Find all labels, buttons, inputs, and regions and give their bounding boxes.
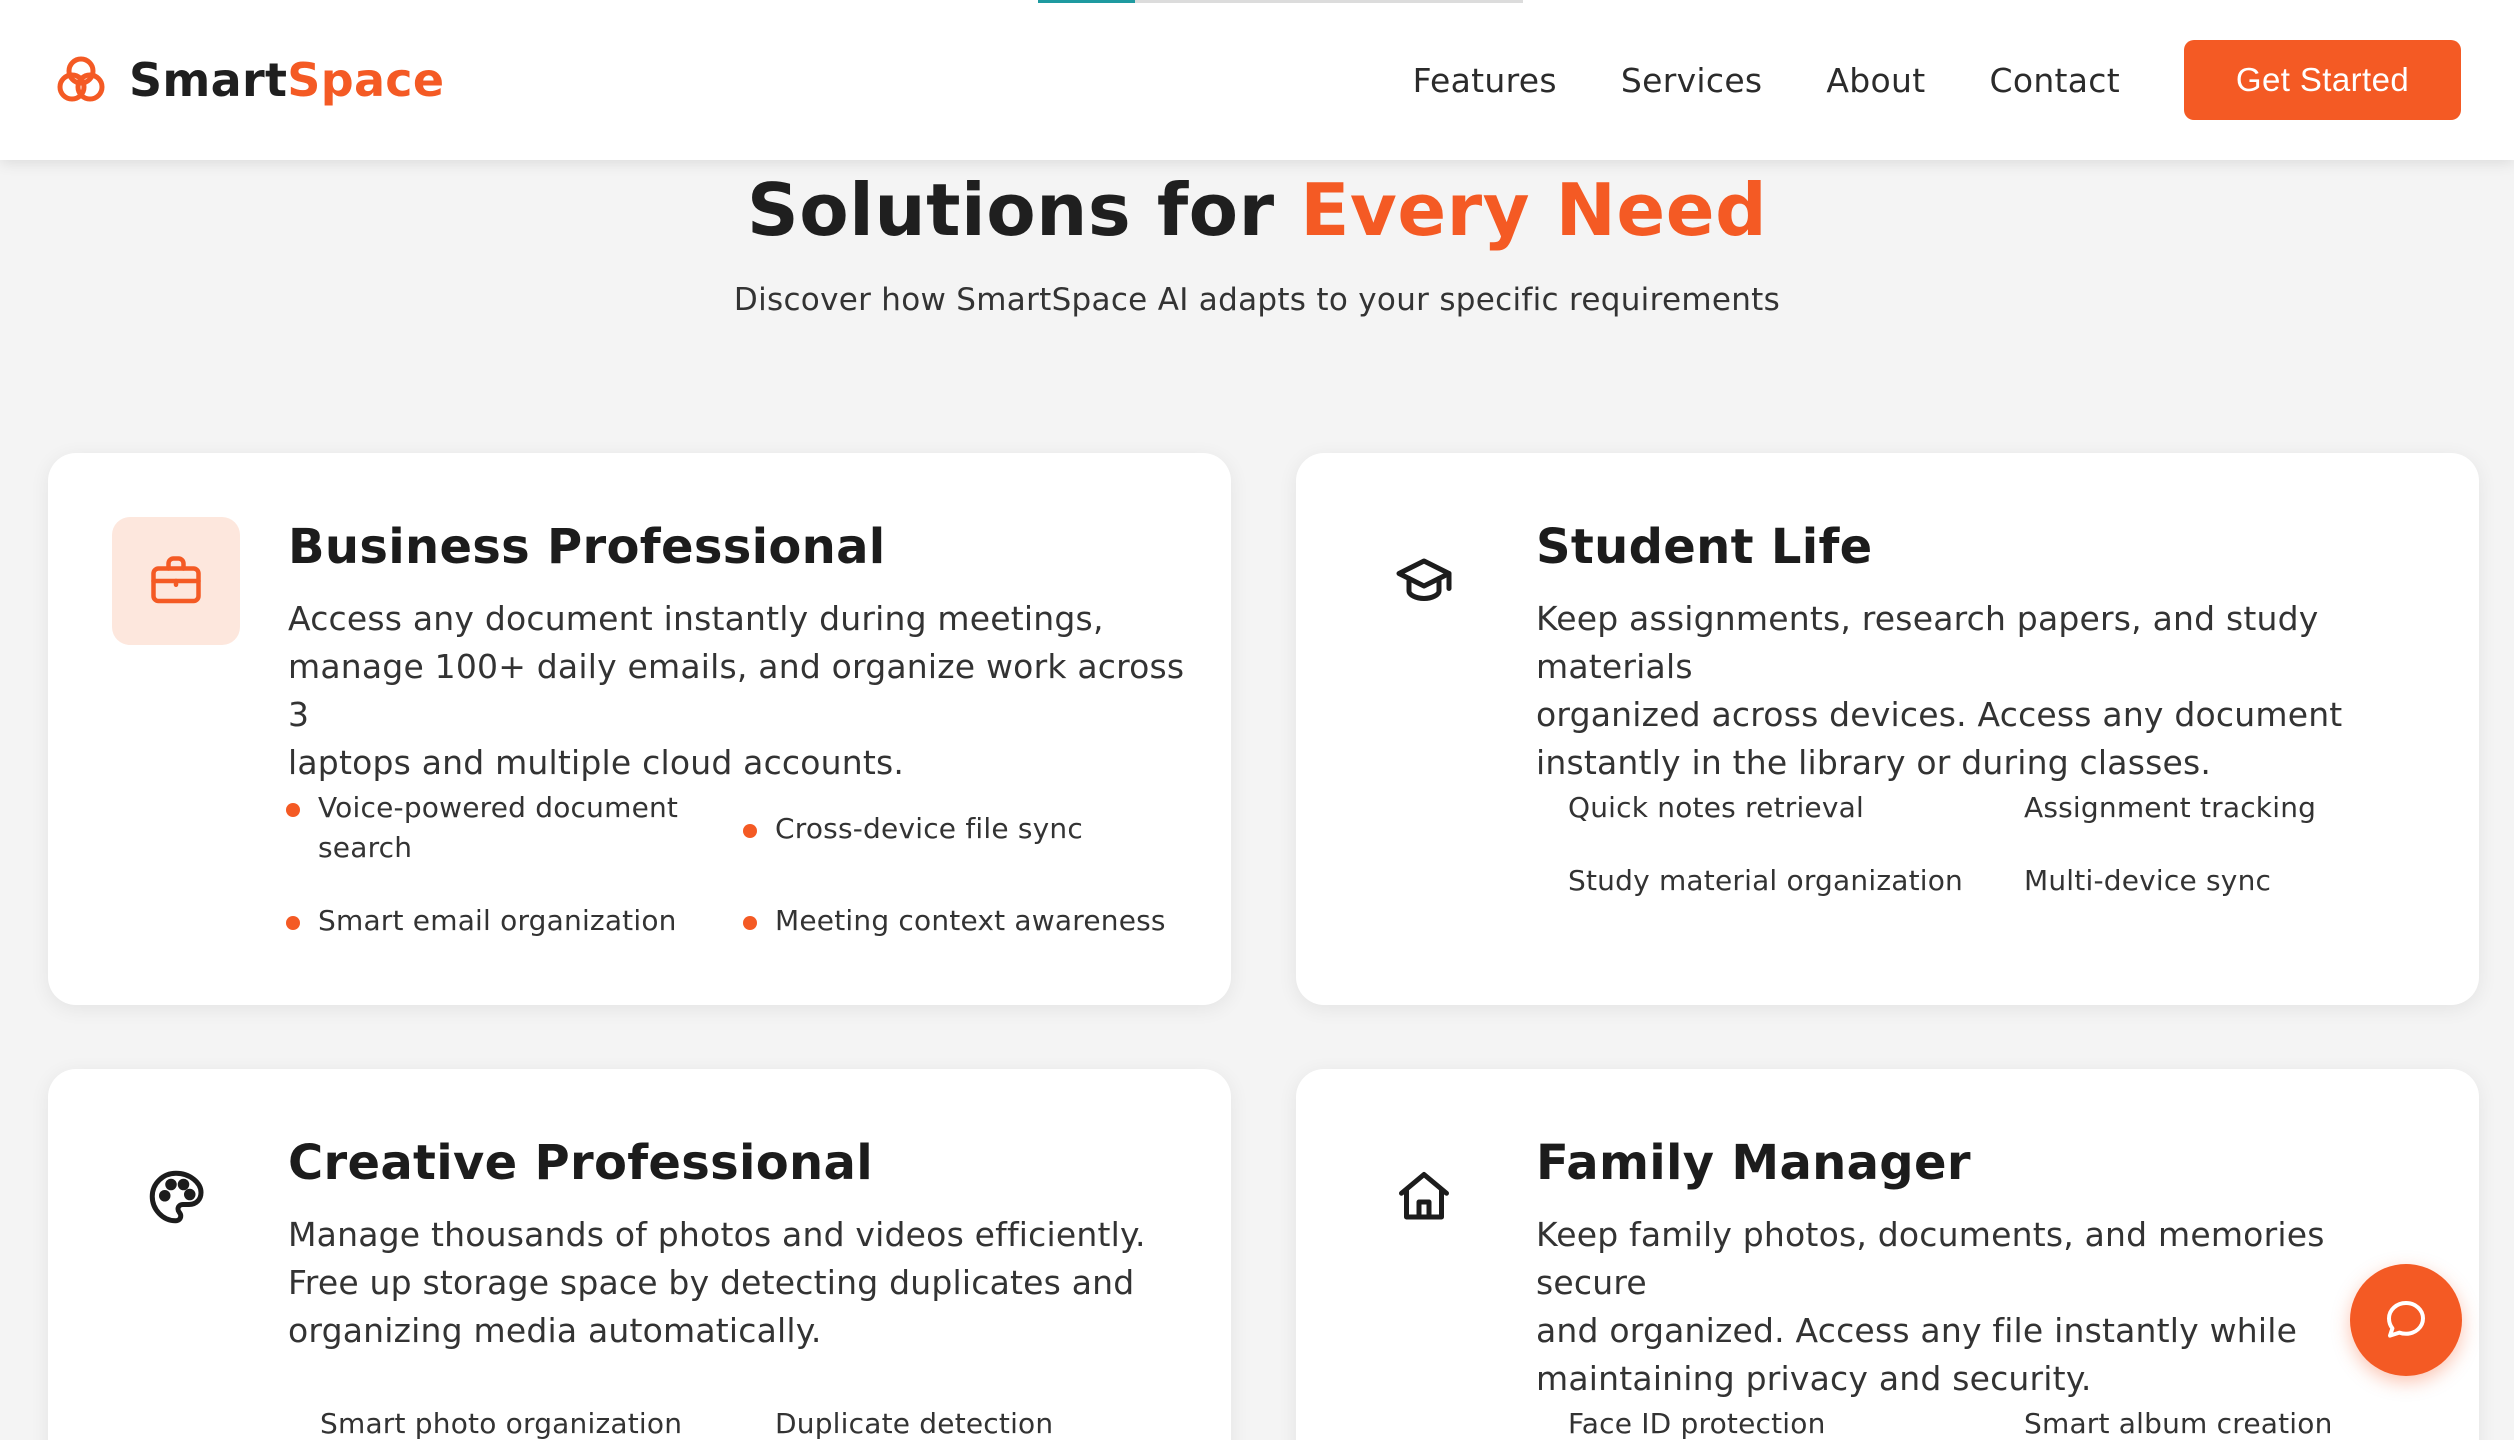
- feature-item: Smart email organization: [286, 901, 677, 941]
- get-started-button[interactable]: Get Started: [2184, 40, 2461, 120]
- feature-item: Quick notes retrieval: [1568, 791, 1864, 824]
- brand-name: SmartSpace: [129, 53, 444, 107]
- graduation-cap-icon: [1396, 558, 1452, 601]
- page-subtitle: Discover how SmartSpace AI adapts to you…: [733, 282, 1781, 318]
- card-description: Access any document instantly during mee…: [288, 595, 1188, 787]
- card-description-line: Free up storage space by detecting dupli…: [288, 1263, 1135, 1302]
- briefcase-icon: [151, 556, 201, 604]
- feature-item: Duplicate detection: [775, 1407, 1054, 1440]
- feature-item: Cross-device file sync: [743, 809, 1083, 849]
- page-title-part1: Solutions for: [746, 168, 1301, 252]
- nav-link-contact[interactable]: Contact: [1990, 61, 2121, 100]
- card-icon-box: [112, 517, 240, 645]
- card-description-line: Access any document instantly during mee…: [288, 599, 1104, 638]
- card-icon-box: [112, 1133, 240, 1261]
- page-title: Solutions for Every Need: [0, 168, 2514, 252]
- feature-item: Voice-powered document search: [286, 788, 718, 868]
- nav-link-features[interactable]: Features: [1413, 61, 1557, 100]
- card-description-line: laptops and multiple cloud accounts.: [288, 743, 905, 782]
- card-description-line: organizing media automatically.: [288, 1311, 822, 1350]
- card-title: Family Manager: [1536, 1135, 1971, 1191]
- card-description-line: Keep assignments, research papers, and s…: [1536, 599, 2319, 686]
- scroll-progress-track: [1038, 0, 1523, 3]
- feature-item: Smart photo organization: [320, 1407, 683, 1440]
- feature-item: Multi-device sync: [2024, 864, 2272, 897]
- card-creative-professional[interactable]: Creative Professional Manage thousands o…: [48, 1069, 1231, 1440]
- card-description-line: organized across devices. Access any doc…: [1536, 695, 2343, 734]
- feature-item-line: Voice-powered document: [318, 791, 679, 824]
- main-nav: Features Services About Contact Get Star…: [1413, 40, 2461, 120]
- chat-bubble-icon: [2387, 1301, 2425, 1338]
- card-description-line: Keep family photos, documents, and memor…: [1536, 1215, 2325, 1302]
- card-title: Creative Professional: [288, 1135, 873, 1191]
- card-description-line: instantly in the library or during class…: [1536, 743, 2212, 782]
- card-description: Keep family photos, documents, and memor…: [1536, 1211, 2436, 1403]
- nav-link-services[interactable]: Services: [1621, 61, 1763, 100]
- card-title: Student Life: [1536, 519, 1873, 575]
- card-icon-box: [1360, 517, 1488, 645]
- card-family-manager[interactable]: Family Manager Keep family photos, docum…: [1296, 1069, 2479, 1440]
- brand-logo[interactable]: SmartSpace: [53, 52, 444, 108]
- card-title: Business Professional: [288, 519, 886, 575]
- home-icon: [1399, 1172, 1449, 1220]
- feature-item: Meeting context awareness: [743, 901, 1166, 941]
- nav-link-about[interactable]: About: [1826, 61, 1925, 100]
- feature-item: Assignment tracking: [2024, 791, 2317, 824]
- chat-launcher-button[interactable]: [2350, 1264, 2462, 1376]
- card-description: Keep assignments, research papers, and s…: [1536, 595, 2436, 787]
- card-student-life[interactable]: Student Life Keep assignments, research …: [1296, 453, 2479, 1005]
- card-icon-box: [1360, 1133, 1488, 1261]
- interlocking-rings-logo-icon: [57, 56, 105, 102]
- page-title-accent: Every Need: [1300, 168, 1768, 252]
- card-description-line: maintaining privacy and security.: [1536, 1359, 2092, 1398]
- palette-icon: [149, 1170, 204, 1224]
- card-description-line: Manage thousands of photos and videos ef…: [288, 1215, 1146, 1254]
- scroll-progress-fill: [1038, 0, 1135, 3]
- card-description-line: and organized. Access any file instantly…: [1536, 1311, 2298, 1350]
- brand-name-part1: Smart: [129, 53, 288, 107]
- feature-item-line: search: [318, 831, 413, 864]
- feature-item: Smart album creation: [2024, 1407, 2333, 1440]
- card-description-line: manage 100+ daily emails, and organize w…: [288, 647, 1185, 734]
- hero-section: Solutions for Every Need Discover how Sm…: [0, 160, 2514, 318]
- card-business-professional[interactable]: Business Professional Access any documen…: [48, 453, 1231, 1005]
- feature-item: Face ID protection: [1568, 1407, 1826, 1440]
- card-description: Manage thousands of photos and videos ef…: [288, 1211, 1188, 1355]
- site-header: SmartSpace Features Services About Conta…: [0, 0, 2514, 160]
- brand-name-part2: Space: [287, 53, 445, 107]
- feature-item: Study material organization: [1568, 864, 1964, 897]
